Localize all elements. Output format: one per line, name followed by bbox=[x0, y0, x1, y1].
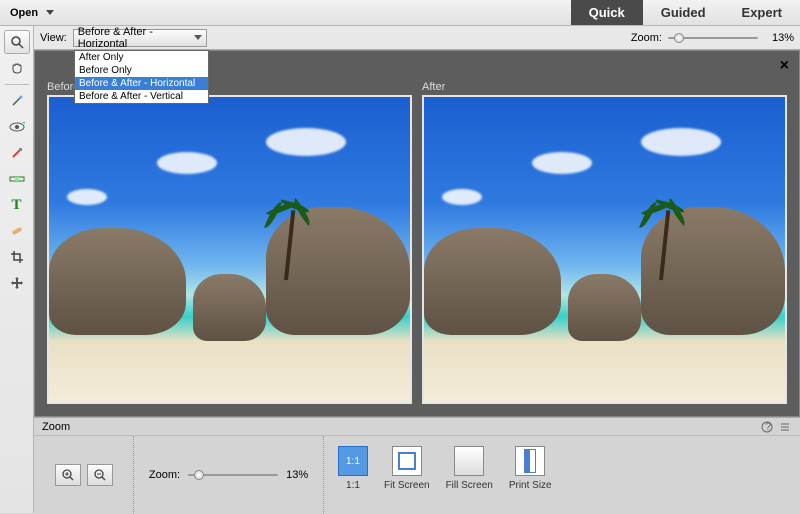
tool-column: + T bbox=[0, 26, 34, 513]
fill-screen[interactable]: Fill Screen bbox=[446, 446, 493, 491]
bottom-panel: Zoom ? Zoom: 13% 1:1 1:1 bbox=[34, 417, 800, 513]
open-menu[interactable]: Open bbox=[0, 3, 64, 23]
chevron-down-icon bbox=[194, 35, 202, 40]
eye-icon: + bbox=[9, 119, 25, 135]
healing-tool[interactable] bbox=[4, 219, 30, 243]
zoom-slider-top[interactable] bbox=[668, 31, 758, 45]
before-image[interactable] bbox=[47, 95, 412, 404]
svg-text:+: + bbox=[22, 122, 25, 129]
zoom-value-top: 13% bbox=[764, 32, 794, 44]
selection-tool[interactable] bbox=[4, 89, 30, 113]
crop-icon bbox=[9, 249, 25, 265]
level-icon bbox=[9, 171, 25, 187]
tab-quick[interactable]: Quick bbox=[571, 0, 643, 25]
move-tool[interactable] bbox=[4, 271, 30, 295]
fit-1to1-icon: 1:1 bbox=[338, 446, 368, 476]
tab-guided[interactable]: Guided bbox=[643, 0, 724, 25]
text-tool[interactable]: T bbox=[4, 193, 30, 217]
wand-icon bbox=[9, 93, 25, 109]
whiten-tool[interactable] bbox=[4, 141, 30, 165]
print-size[interactable]: Print Size bbox=[509, 446, 552, 491]
help-icon[interactable]: ? bbox=[760, 420, 774, 434]
workspace: × Before After bbox=[34, 50, 800, 417]
view-option-horizontal[interactable]: Before & After - Horizontal bbox=[75, 77, 208, 90]
print-size-icon bbox=[515, 446, 545, 476]
bandaid-icon bbox=[9, 223, 25, 239]
open-label: Open bbox=[10, 7, 38, 19]
after-image[interactable] bbox=[422, 95, 787, 404]
hand-icon bbox=[9, 60, 25, 76]
mode-tabs: Quick Guided Expert bbox=[571, 0, 800, 25]
magnifier-icon bbox=[9, 34, 25, 50]
view-selected: Before & After - Horizontal bbox=[78, 26, 194, 50]
zoom-in-button[interactable] bbox=[55, 464, 81, 486]
zoom-label-bottom: Zoom: bbox=[149, 469, 180, 481]
hand-tool[interactable] bbox=[4, 56, 30, 80]
view-dropdown-menu: After Only Before Only Before & After - … bbox=[74, 50, 209, 104]
redeye-tool[interactable]: + bbox=[4, 115, 30, 139]
view-option-vertical[interactable]: Before & After - Vertical bbox=[75, 90, 208, 103]
tab-expert[interactable]: Expert bbox=[724, 0, 800, 25]
svg-text:?: ? bbox=[765, 421, 771, 433]
chevron-down-icon bbox=[46, 10, 54, 15]
straighten-tool[interactable] bbox=[4, 167, 30, 191]
view-dropdown[interactable]: Before & After - Horizontal bbox=[73, 29, 207, 47]
panel-menu-icon[interactable] bbox=[778, 420, 792, 434]
fit-screen[interactable]: Fit Screen bbox=[384, 446, 430, 491]
fit-1to1[interactable]: 1:1 1:1 bbox=[338, 446, 368, 491]
view-option-after-only[interactable]: After Only bbox=[75, 51, 208, 64]
move-icon bbox=[9, 275, 25, 291]
brush-icon bbox=[9, 145, 25, 161]
zoom-tool[interactable] bbox=[4, 30, 30, 54]
fit-screen-icon bbox=[392, 446, 422, 476]
zoom-value-bottom: 13% bbox=[286, 469, 308, 481]
view-option-before-only[interactable]: Before Only bbox=[75, 64, 208, 77]
zoom-slider-bottom[interactable] bbox=[188, 468, 278, 482]
bottom-section-label: Zoom bbox=[42, 421, 70, 433]
fill-screen-icon bbox=[454, 446, 484, 476]
crop-tool[interactable] bbox=[4, 245, 30, 269]
view-label: View: bbox=[40, 32, 67, 44]
zoom-out-button[interactable] bbox=[87, 464, 113, 486]
text-icon: T bbox=[9, 197, 25, 213]
zoom-label: Zoom: bbox=[631, 32, 662, 44]
after-label: After bbox=[422, 81, 787, 93]
close-button[interactable]: × bbox=[780, 57, 789, 75]
